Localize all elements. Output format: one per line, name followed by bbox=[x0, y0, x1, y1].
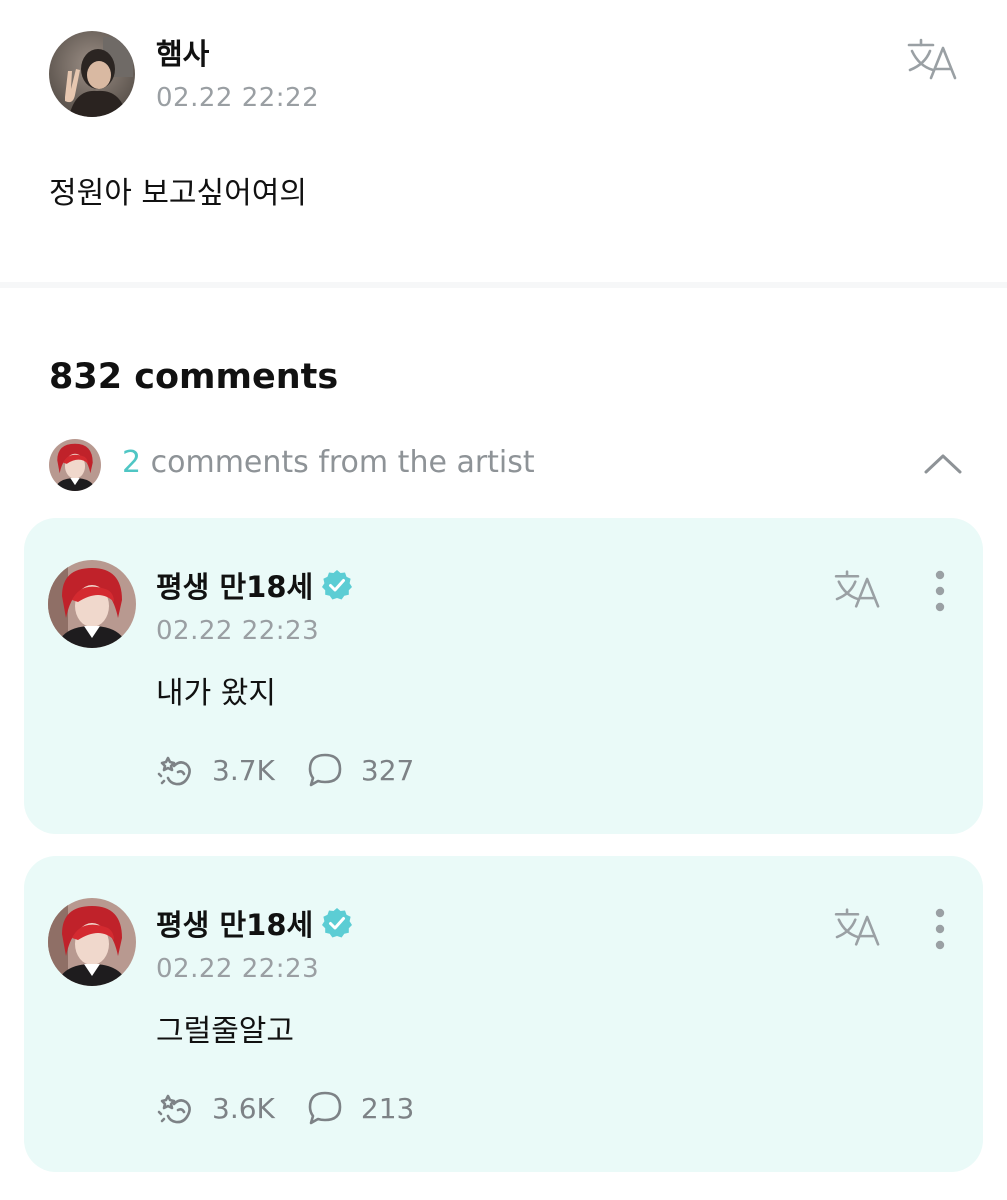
comment-bubble-icon bbox=[308, 1091, 342, 1125]
artist-comments-toggle[interactable]: 2 comments from the artist bbox=[0, 432, 1007, 494]
artist-name[interactable]: 평생 만18세 bbox=[156, 902, 354, 944]
artist-comments-label: 2 comments from the artist bbox=[122, 445, 535, 480]
avatar-photo-icon bbox=[49, 439, 101, 491]
like-count: 3.6K bbox=[212, 1091, 275, 1125]
verified-badge-icon bbox=[322, 570, 353, 600]
avatar-photo-icon bbox=[49, 31, 135, 117]
more-options-button[interactable] bbox=[924, 906, 956, 952]
chevron-up-icon[interactable] bbox=[922, 448, 964, 478]
artist-comments-count: 2 bbox=[122, 445, 142, 480]
translate-icon bbox=[834, 908, 880, 946]
translate-icon bbox=[834, 570, 880, 608]
translate-icon bbox=[907, 38, 957, 80]
cheer-icon bbox=[157, 756, 191, 786]
reply-button[interactable]: 327 bbox=[305, 750, 414, 790]
translate-button[interactable] bbox=[905, 36, 961, 82]
comment-actions: 3.6K 213 bbox=[156, 1088, 414, 1128]
like-button[interactable]: 3.6K bbox=[156, 1088, 275, 1128]
artist-comment-card: 평생 만18세 02.22 22:23 내가 왔지 3.7K 327 bbox=[24, 518, 983, 834]
comment-text: 내가 왔지 bbox=[156, 676, 276, 711]
artist-name-text: 평생 만18세 bbox=[156, 570, 314, 604]
comment-timestamp: 02.22 22:23 bbox=[156, 616, 320, 646]
reply-count: 213 bbox=[360, 1091, 415, 1125]
artist-comment-card: 평생 만18세 02.22 22:23 그럴줄알고 3.6K 213 bbox=[24, 856, 983, 1172]
artist-avatar[interactable] bbox=[48, 560, 136, 648]
post-body-text: 정원아 보고싶어여의 bbox=[49, 176, 307, 211]
post-author-avatar[interactable] bbox=[49, 31, 135, 117]
verified-badge-icon bbox=[322, 908, 353, 938]
avatar-photo-icon bbox=[48, 560, 136, 648]
comments-count-heading: 832 comments bbox=[49, 357, 339, 397]
artist-avatar[interactable] bbox=[48, 898, 136, 986]
artist-name[interactable]: 평생 만18세 bbox=[156, 564, 354, 606]
avatar-photo-icon bbox=[48, 898, 136, 986]
cheer-icon bbox=[157, 1094, 191, 1124]
comment-bubble-icon bbox=[308, 753, 342, 787]
translate-button[interactable] bbox=[832, 906, 884, 948]
comment-text: 그럴줄알고 bbox=[156, 1014, 294, 1049]
comment-actions: 3.7K 327 bbox=[156, 750, 414, 790]
comment-timestamp: 02.22 22:23 bbox=[156, 954, 320, 984]
artist-mini-avatar bbox=[49, 439, 101, 491]
section-divider bbox=[0, 282, 1007, 288]
more-vertical-icon bbox=[935, 908, 945, 950]
more-vertical-icon bbox=[935, 570, 945, 612]
reply-button[interactable]: 213 bbox=[305, 1088, 414, 1128]
post: 햄사 02.22 22:22 정원아 보고싶어여의 bbox=[0, 0, 1007, 282]
artist-comments-label-text: comments from the artist bbox=[141, 445, 535, 480]
translate-button[interactable] bbox=[832, 568, 884, 610]
more-options-button[interactable] bbox=[924, 568, 956, 614]
like-count: 3.7K bbox=[212, 753, 275, 787]
post-timestamp: 02.22 22:22 bbox=[156, 83, 320, 113]
post-author-name[interactable]: 햄사 bbox=[156, 31, 209, 73]
reply-count: 327 bbox=[360, 753, 415, 787]
like-button[interactable]: 3.7K bbox=[156, 750, 275, 790]
artist-name-text: 평생 만18세 bbox=[156, 908, 314, 942]
